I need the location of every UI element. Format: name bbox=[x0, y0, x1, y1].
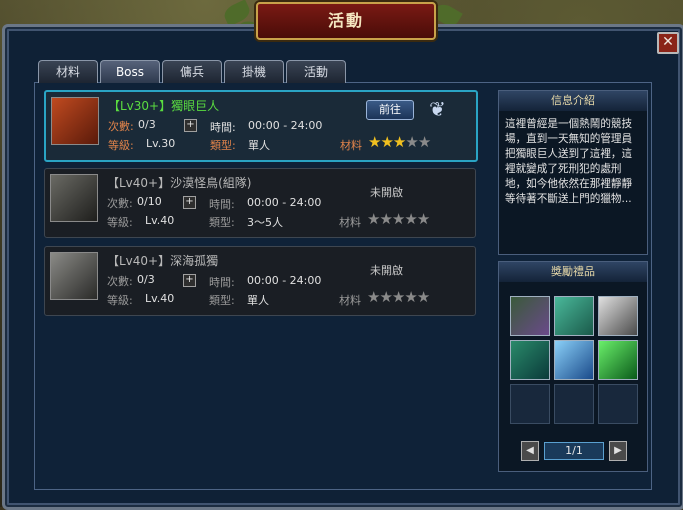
star-icon: ★ bbox=[416, 210, 430, 228]
window-title: 活動 bbox=[256, 2, 436, 40]
prev-page-button[interactable]: ◀ bbox=[521, 441, 539, 461]
type-label: 類型: bbox=[209, 294, 235, 307]
star-icon: ★ bbox=[405, 133, 418, 151]
tab-boss[interactable]: Boss bbox=[100, 60, 160, 83]
star-icon: ★ bbox=[416, 288, 430, 306]
boss-card-cyclops[interactable]: 【Lv30+】獨眼巨人 次數: 0/3 + 時間: 00:00 - 24:00 … bbox=[44, 90, 478, 162]
card-icon[interactable] bbox=[510, 340, 550, 380]
time-value: 00:00 - 24:00 bbox=[247, 274, 322, 287]
armor-icon[interactable] bbox=[510, 296, 550, 336]
status-text: 未開啟 bbox=[370, 186, 403, 199]
star-icon: ★ bbox=[379, 288, 392, 306]
time-label: 時間: bbox=[209, 276, 235, 289]
star-icon: ★ bbox=[417, 133, 431, 151]
tab-mercenary[interactable]: 傭兵 bbox=[162, 60, 222, 83]
boss-portrait bbox=[50, 174, 98, 222]
tab-events[interactable]: 活動 bbox=[286, 60, 346, 83]
green-gem-icon[interactable] bbox=[598, 340, 638, 380]
star-icon: ★ bbox=[404, 210, 417, 228]
empty-slot bbox=[598, 384, 638, 424]
boss-card-desert-bird[interactable]: 【Lv40+】沙漠怪鳥(組隊) 次數: 0/10 + 時間: 00:00 - 2… bbox=[44, 168, 476, 238]
time-label: 時間: bbox=[210, 121, 236, 134]
type-label: 類型: bbox=[209, 216, 235, 229]
info-panel-title: 信息介紹 bbox=[499, 91, 647, 111]
next-page-button[interactable]: ▶ bbox=[609, 441, 627, 461]
star-icon: ★ bbox=[367, 288, 380, 306]
info-panel: 信息介紹 這裡曾經是一個熱鬧的競技場，直到一天無知的管理員把獨眼巨人送到了這裡，… bbox=[498, 90, 648, 255]
star-icon: ★ bbox=[380, 133, 393, 151]
count-value: 0/10 bbox=[137, 195, 162, 208]
add-count-button[interactable]: + bbox=[184, 119, 197, 132]
time-label: 時間: bbox=[209, 198, 235, 211]
silver-ore-icon[interactable] bbox=[598, 296, 638, 336]
type-label: 類型: bbox=[210, 139, 236, 152]
material-label: 材料 bbox=[340, 139, 362, 152]
page-indicator: 1/1 bbox=[544, 442, 604, 460]
type-value: 單人 bbox=[247, 294, 269, 307]
count-value: 0/3 bbox=[138, 118, 156, 131]
level-value: Lv.40 bbox=[145, 292, 175, 305]
material-label: 材料 bbox=[339, 216, 361, 229]
boss-name: 【Lv30+】獨眼巨人 bbox=[108, 99, 220, 113]
reward-panel: 獎勵禮品 ◀ 1/1 ▶ bbox=[498, 261, 648, 472]
difficulty-stars: ★★★★★ bbox=[368, 133, 431, 151]
status-text: 未開啟 bbox=[370, 264, 403, 277]
time-value: 00:00 - 24:00 bbox=[248, 119, 323, 132]
green-ingot-icon[interactable] bbox=[554, 296, 594, 336]
wing-teleport-icon[interactable]: ❦ bbox=[429, 97, 446, 121]
boss-portrait bbox=[50, 252, 98, 300]
reward-panel-title: 獎勵禮品 bbox=[499, 262, 647, 282]
info-description: 這裡曾經是一個熱鬧的競技場，直到一天無知的管理員把獨眼巨人送到了這裡，這裡就變成… bbox=[505, 118, 633, 205]
difficulty-stars: ★★★★★ bbox=[367, 210, 430, 228]
empty-slot bbox=[510, 384, 550, 424]
add-count-button[interactable]: + bbox=[183, 274, 196, 287]
type-value: 單人 bbox=[248, 139, 270, 152]
level-label: 等級: bbox=[108, 139, 134, 152]
type-value: 3～5人 bbox=[247, 216, 283, 229]
boss-name: 【Lv40+】深海孤獨 bbox=[107, 254, 219, 268]
boss-list: 【Lv30+】獨眼巨人 次數: 0/3 + 時間: 00:00 - 24:00 … bbox=[44, 88, 478, 318]
tab-materials[interactable]: 材料 bbox=[38, 60, 98, 83]
level-value: Lv.30 bbox=[146, 137, 176, 150]
close-button[interactable]: ✕ bbox=[657, 32, 679, 54]
star-icon: ★ bbox=[368, 133, 381, 151]
level-label: 等級: bbox=[107, 216, 133, 229]
star-icon: ★ bbox=[404, 288, 417, 306]
star-icon: ★ bbox=[392, 133, 406, 151]
tab-idle[interactable]: 掛機 bbox=[224, 60, 284, 83]
difficulty-stars: ★★★★★ bbox=[367, 288, 430, 306]
boss-name: 【Lv40+】沙漠怪鳥(組隊) bbox=[107, 176, 252, 190]
star-icon: ★ bbox=[391, 288, 405, 306]
boss-card-deep-sea[interactable]: 【Lv40+】深海孤獨 次數: 0/3 + 時間: 00:00 - 24:00 … bbox=[44, 246, 476, 316]
time-value: 00:00 - 24:00 bbox=[247, 196, 322, 209]
level-label: 等級: bbox=[107, 294, 133, 307]
star-icon: ★ bbox=[391, 210, 405, 228]
count-label: 次數: bbox=[107, 197, 133, 210]
count-label: 次數: bbox=[107, 275, 133, 288]
empty-slot bbox=[554, 384, 594, 424]
count-value: 0/3 bbox=[137, 273, 155, 286]
star-icon: ★ bbox=[367, 210, 380, 228]
count-label: 次數: bbox=[108, 120, 134, 133]
level-value: Lv.40 bbox=[145, 214, 175, 227]
add-count-button[interactable]: + bbox=[183, 196, 196, 209]
go-button[interactable]: 前往 bbox=[366, 100, 414, 120]
blue-crystal-icon[interactable] bbox=[554, 340, 594, 380]
boss-portrait bbox=[51, 97, 99, 145]
material-label: 材料 bbox=[339, 294, 361, 307]
star-icon: ★ bbox=[379, 210, 392, 228]
